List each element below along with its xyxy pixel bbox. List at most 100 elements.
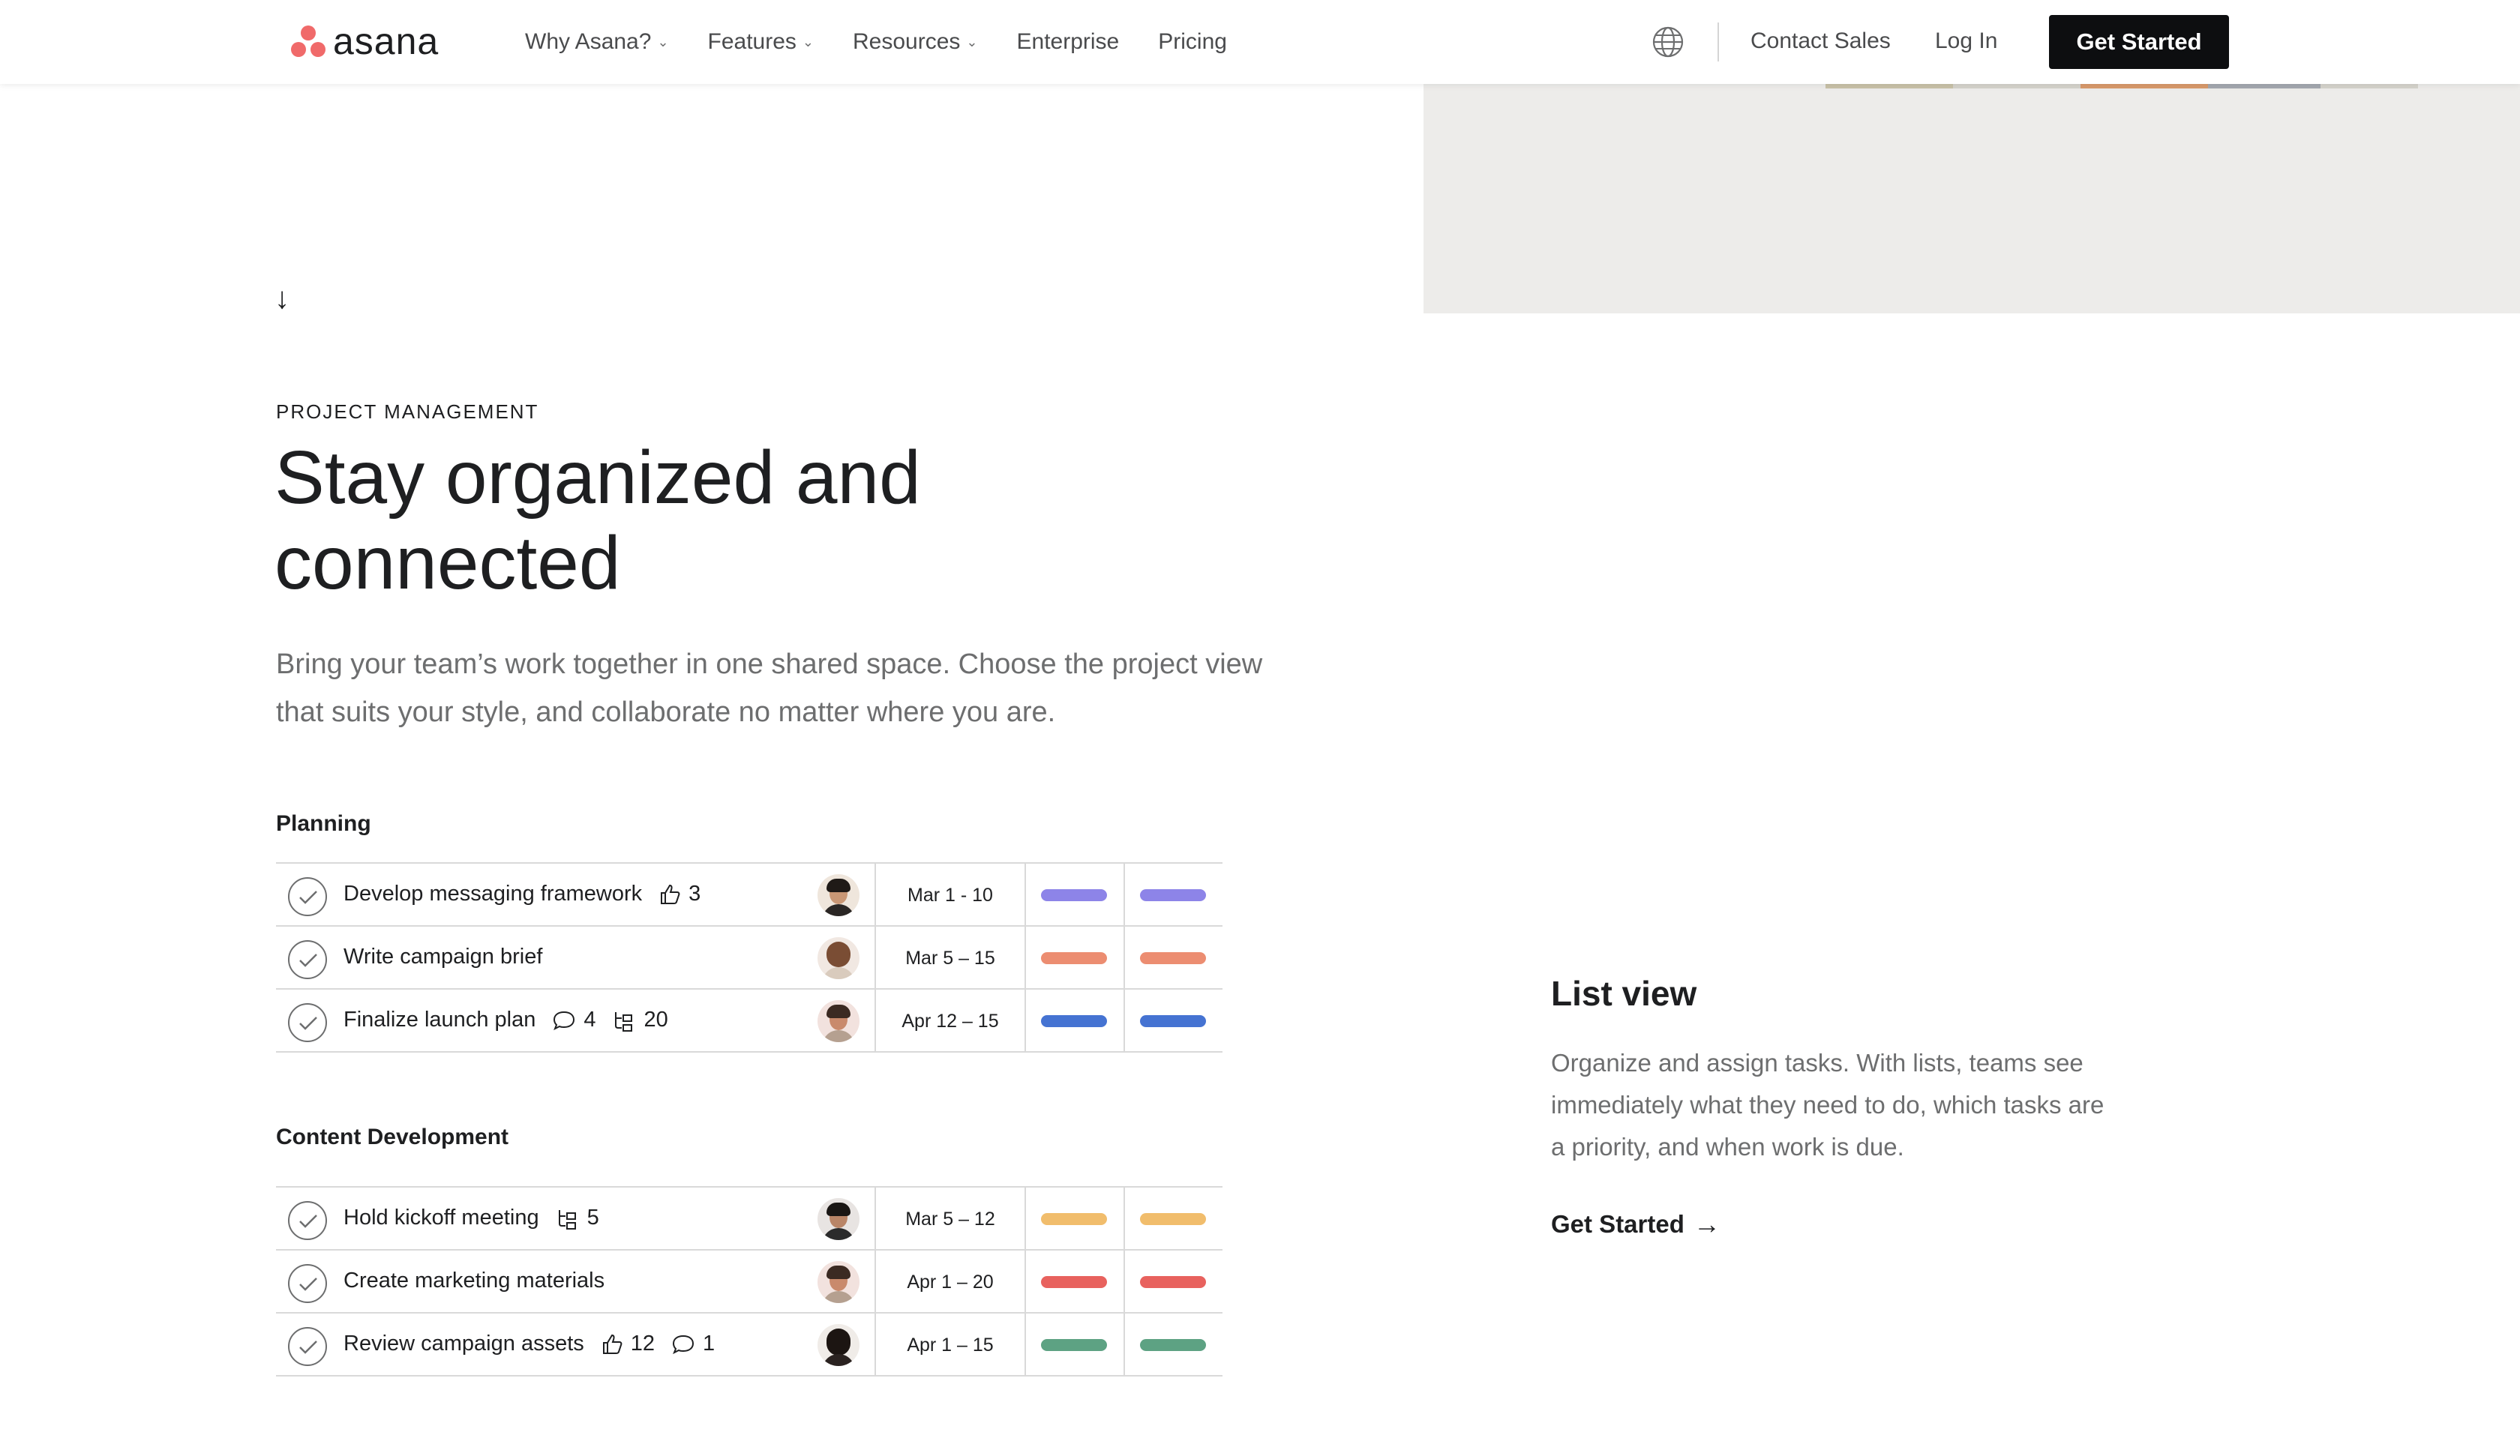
- priority-pill: [1140, 952, 1206, 964]
- site-header: asana Why Asana? ⌄ Features ⌄ Resources …: [0, 0, 2520, 84]
- section-eyebrow: PROJECT MANAGEMENT: [276, 400, 539, 423]
- nav-item-enterprise[interactable]: Enterprise: [1017, 29, 1120, 55]
- task-row[interactable]: Finalize launch plan 4 20 Apr 12 – 15: [276, 990, 1222, 1053]
- nav-item-pricing[interactable]: Pricing: [1158, 29, 1227, 55]
- task-row[interactable]: Hold kickoff meeting 5 Mar 5 – 12: [276, 1188, 1222, 1251]
- thumbs-up-icon: [661, 884, 680, 904]
- avatar: [818, 1324, 860, 1366]
- nav-label: Enterprise: [1016, 29, 1120, 54]
- task-title: Develop messaging framework: [344, 882, 643, 906]
- priority-pill: [1140, 1015, 1206, 1027]
- task-date: Apr 12 – 15: [902, 1011, 999, 1032]
- task-title: Write campaign brief: [344, 945, 543, 969]
- logo-text: asana: [333, 20, 440, 62]
- feature-link-label: Get Started: [1551, 1210, 1684, 1238]
- status-pill: [1041, 1213, 1107, 1225]
- hero-image-strip: [1826, 84, 2418, 88]
- comment-icon: [554, 1011, 575, 1030]
- likes-count: 3: [658, 882, 700, 906]
- priority-pill: [1140, 1213, 1206, 1225]
- check-circle-icon[interactable]: [288, 1003, 327, 1042]
- task-title: Review campaign assets: [344, 1332, 584, 1356]
- globe-icon[interactable]: [1652, 25, 1684, 58]
- nav-item-why-asana[interactable]: Why Asana? ⌄: [525, 29, 669, 55]
- feature-get-started-link[interactable]: Get Started →: [1551, 1209, 1720, 1240]
- likes-value: 12: [630, 1332, 656, 1356]
- check-circle-icon[interactable]: [288, 1327, 327, 1366]
- chevron-down-icon: ⌄: [802, 34, 814, 49]
- task-date: Apr 1 – 20: [907, 1272, 994, 1293]
- hero-subtext: Bring your team’s work together in one s…: [276, 649, 1263, 728]
- section-label-content-development: Content Development: [276, 1125, 509, 1149]
- task-name: Finalize launch plan 4 20: [344, 1008, 668, 1032]
- task-row[interactable]: Develop messaging framework 3 Mar 1 - 10: [276, 864, 1222, 927]
- status-pill: [1041, 1015, 1107, 1027]
- page-title: Stay organized and connected: [274, 436, 921, 605]
- task-date: Mar 5 – 15: [905, 948, 995, 969]
- avatar: [818, 1198, 860, 1240]
- feature-title: List view: [1551, 974, 1697, 1013]
- nav-label: Features: [707, 29, 796, 54]
- likes-value: 3: [688, 882, 701, 906]
- nav-item-features[interactable]: Features ⌄: [708, 29, 814, 55]
- feature-description: Organize and assign tasks. With lists, t…: [1551, 1049, 2104, 1161]
- check-circle-icon[interactable]: [288, 877, 327, 916]
- contact-sales-link[interactable]: Contact Sales: [1750, 28, 1891, 54]
- nav-label: Resources: [853, 29, 961, 54]
- chevron-down-icon: ⌄: [966, 34, 978, 49]
- nav-item-resources[interactable]: Resources ⌄: [853, 29, 978, 55]
- task-name: Write campaign brief: [344, 945, 542, 969]
- priority-pill: [1140, 1339, 1206, 1351]
- comment-icon: [673, 1335, 694, 1354]
- task-name: Develop messaging framework 3: [344, 882, 700, 906]
- subtask-icon: [615, 1011, 633, 1032]
- status-pill: [1041, 952, 1107, 964]
- subtasks-value: 20: [644, 1008, 668, 1032]
- task-date: Apr 1 – 15: [907, 1335, 994, 1356]
- task-name: Hold kickoff meeting 5: [344, 1206, 599, 1230]
- header-divider: [1718, 22, 1719, 61]
- nav-label: Pricing: [1158, 29, 1227, 54]
- thumbs-up-icon: [602, 1334, 622, 1354]
- subtask-icon: [558, 1209, 576, 1230]
- subtasks-value: 5: [586, 1206, 599, 1230]
- task-date: Mar 5 – 12: [905, 1209, 995, 1230]
- get-started-button[interactable]: Get Started: [2049, 15, 2229, 69]
- comments-value: 4: [584, 1008, 596, 1032]
- task-date: Mar 1 - 10: [908, 885, 993, 906]
- comments-count: 4: [552, 1008, 596, 1032]
- subtasks-count: 20: [612, 1008, 668, 1032]
- task-list-content-development: Hold kickoff meeting 5 Mar 5 – 12 Create…: [276, 1186, 1222, 1377]
- comments-value: 1: [703, 1332, 716, 1356]
- status-pill: [1041, 1339, 1107, 1351]
- check-circle-icon[interactable]: [288, 1201, 327, 1240]
- subtasks-count: 5: [556, 1206, 599, 1230]
- check-circle-icon[interactable]: [288, 940, 327, 979]
- task-list-planning: Develop messaging framework 3 Mar 1 - 10…: [276, 862, 1222, 1053]
- status-pill: [1041, 1276, 1107, 1288]
- comments-count: 1: [671, 1332, 715, 1356]
- hero-image: [1424, 84, 2520, 313]
- task-name: Create marketing materials: [344, 1269, 604, 1293]
- task-row[interactable]: Create marketing materials Apr 1 – 20: [276, 1251, 1222, 1314]
- task-title: Finalize launch plan: [344, 1008, 536, 1032]
- priority-pill: [1140, 889, 1206, 901]
- chevron-down-icon: ⌄: [657, 34, 669, 49]
- task-row[interactable]: Review campaign assets 12 1 Apr 1 – 15: [276, 1314, 1222, 1377]
- asana-logo[interactable]: asana: [290, 22, 439, 60]
- main-nav: Why Asana? ⌄ Features ⌄ Resources ⌄ Ente…: [525, 0, 1266, 84]
- status-pill: [1041, 889, 1107, 901]
- likes-count: 12: [601, 1332, 655, 1356]
- section-label-planning: Planning: [276, 811, 371, 836]
- task-title: Hold kickoff meeting: [344, 1206, 539, 1230]
- asana-logo-icon: [290, 24, 327, 58]
- task-row[interactable]: Write campaign brief Mar 5 – 15: [276, 927, 1222, 990]
- priority-pill: [1140, 1276, 1206, 1288]
- check-circle-icon[interactable]: [288, 1264, 327, 1303]
- arrow-down-icon[interactable]: ↓: [274, 283, 290, 313]
- avatar: [818, 1000, 860, 1042]
- avatar: [818, 874, 860, 916]
- arrow-right-icon: →: [1693, 1209, 1720, 1239]
- nav-label: Why Asana?: [525, 29, 652, 54]
- login-link[interactable]: Log In: [1935, 28, 1997, 54]
